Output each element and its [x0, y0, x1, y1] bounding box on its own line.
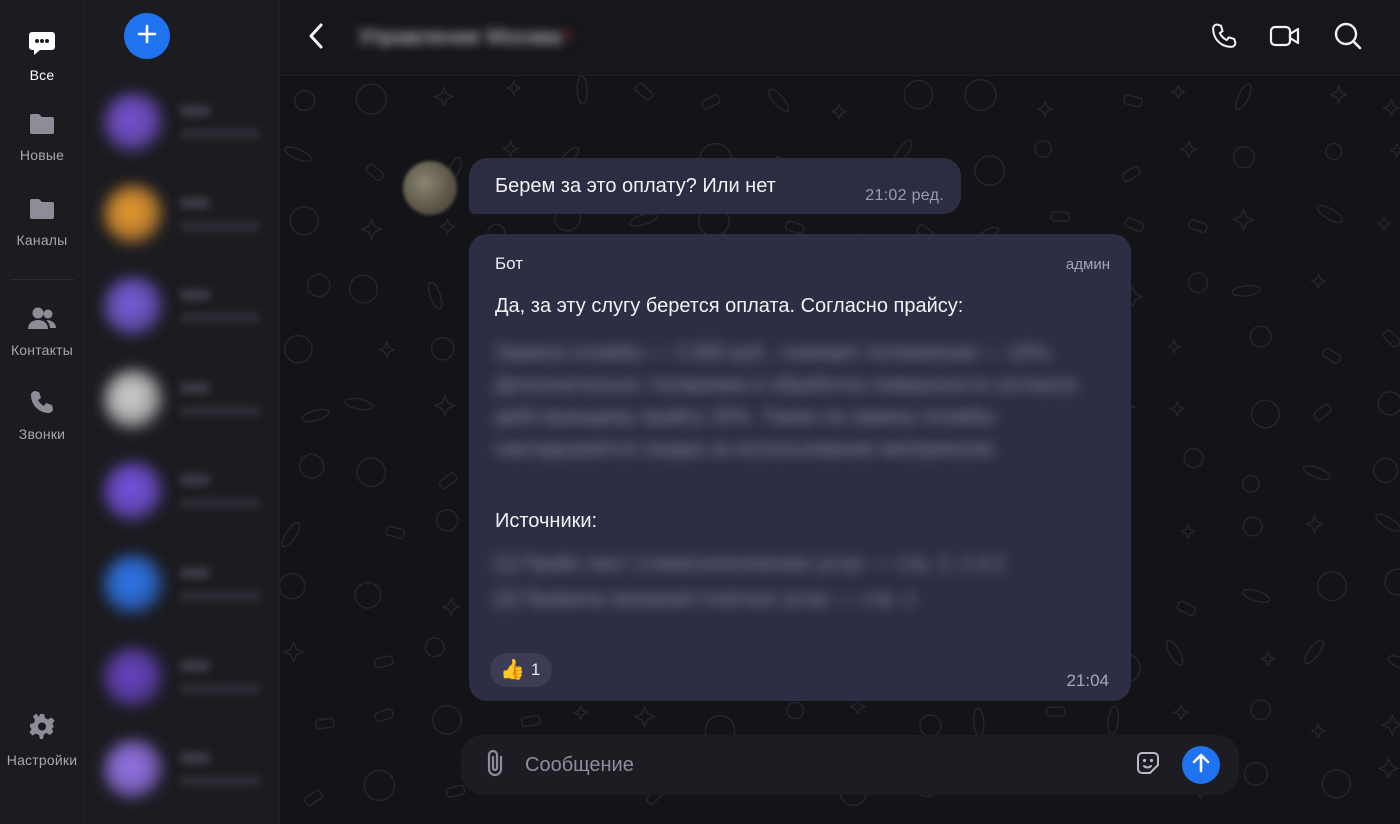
chat-name-placeholder: [180, 197, 210, 209]
chat-name-placeholder: [180, 660, 210, 672]
chat-name-placeholder: [180, 105, 210, 117]
source-line: [2] Правила оказания платных услуг — стр…: [495, 588, 916, 610]
rail-label-all: Все: [29, 67, 55, 83]
chat-name-placeholder: [180, 382, 210, 394]
paperclip-icon: [484, 748, 508, 783]
rail-item-new[interactable]: Новые: [0, 112, 84, 163]
chat-avatar: [104, 740, 164, 800]
chat-avatar: [104, 370, 164, 430]
chat-list-item[interactable]: [102, 740, 272, 806]
sender-avatar[interactable]: [403, 161, 457, 215]
chat-preview-placeholder: [180, 406, 260, 416]
rail-divider: [10, 279, 74, 280]
chat-name-placeholder: [180, 289, 210, 301]
message-time: 21:04: [1066, 671, 1109, 690]
phone-icon: [1210, 22, 1238, 55]
chat-preview-placeholder: [180, 129, 260, 139]
rail-item-settings[interactable]: Настройки: [0, 713, 84, 768]
left-rail: Все Новые Каналы Контакты Звонки Настрой…: [0, 0, 84, 824]
chat-list-item[interactable]: [102, 93, 272, 159]
message-text: Берем за это оплату? Или нет: [495, 175, 776, 197]
chat-preview-placeholder: [180, 221, 260, 231]
send-button[interactable]: [1182, 746, 1220, 784]
chat-preview-placeholder: [180, 591, 260, 601]
messenger-app: Все Новые Каналы Контакты Звонки Настрой…: [0, 0, 1400, 824]
plus-icon: [136, 23, 158, 50]
chat-header: Управление Москва!: [280, 0, 1400, 76]
chat-list-item[interactable]: [102, 185, 272, 251]
rail-item-channels[interactable]: Каналы: [0, 197, 84, 248]
chat-name-placeholder: [180, 567, 210, 579]
search-icon: [1333, 21, 1363, 56]
rail-label-calls: Звонки: [18, 426, 66, 442]
search-button[interactable]: [1330, 20, 1366, 56]
chat-list-item[interactable]: [102, 277, 272, 343]
message-sender: Бот: [495, 254, 524, 273]
chat-avatar: [104, 185, 164, 245]
reaction-chip[interactable]: 👍 1: [490, 653, 553, 687]
message-intro: Да, за эту слугу берется оплата. Согласн…: [495, 295, 964, 317]
chat-avatar: [104, 648, 164, 708]
chat-avatar: [104, 277, 164, 337]
video-call-button[interactable]: [1267, 20, 1303, 56]
sticker-icon: [1134, 749, 1162, 782]
chat-preview-placeholder: [180, 684, 260, 694]
message-bubble[interactable]: Берем за это оплату? Или нет 21:02 ред.: [469, 158, 961, 214]
sticker-button[interactable]: [1133, 750, 1163, 780]
compose-button[interactable]: [124, 13, 170, 59]
chat-list-item[interactable]: [102, 648, 272, 714]
chat-list-item[interactable]: [102, 370, 272, 436]
message-input[interactable]: [525, 747, 1105, 783]
bot-message-bubble[interactable]: Бот админ Да, за эту слугу берется оплат…: [469, 234, 1131, 701]
chat-name-placeholder: [180, 474, 210, 486]
chat-pane: Управление Москва! Берем за это оплату? …: [280, 0, 1400, 824]
message-time: 21:02 ред.: [865, 187, 944, 204]
rail-item-calls[interactable]: Звонки: [0, 389, 84, 442]
rail-item-contacts[interactable]: Контакты: [0, 305, 84, 358]
message-body-line: Замена пломбы — 3 000 руб., снимают поте…: [495, 342, 1054, 364]
message-body-line: накладывается скидка за использование ма…: [495, 438, 998, 460]
rail-label-new: Новые: [19, 147, 65, 163]
chat-title-mark: !: [565, 24, 572, 49]
chat-list-item[interactable]: [102, 462, 272, 528]
phone-icon: [29, 389, 55, 420]
chat-bubble-icon: [28, 30, 56, 61]
chat-avatar: [104, 462, 164, 522]
source-line: [1] Прайс-лист стоматологических услуг —…: [495, 553, 1006, 575]
contacts-icon: [27, 305, 57, 336]
chat-name-placeholder: [180, 752, 210, 764]
reaction-count: 1: [530, 660, 541, 679]
rail-label-channels: Каналы: [16, 232, 68, 248]
thumbs-up-icon: 👍: [500, 659, 525, 681]
chat-preview-placeholder: [180, 776, 260, 786]
rail-label-contacts: Контакты: [10, 342, 74, 358]
chat-list: [84, 0, 280, 824]
gear-icon: [28, 713, 56, 746]
message-body-line: действующему прайсу 20%. Также на замену…: [495, 406, 996, 428]
sources-heading: Источники:: [495, 510, 598, 532]
sender-role-badge: админ: [1065, 256, 1110, 273]
folder-icon: [28, 197, 56, 226]
chat-list-item[interactable]: [102, 555, 272, 621]
rail-item-all[interactable]: Все: [0, 30, 84, 83]
message-body-line: Дополнительно: полировка и обработка пов…: [495, 374, 1078, 396]
video-icon: [1269, 23, 1301, 54]
attach-button[interactable]: [481, 748, 511, 783]
chat-title-text: Управление Москва: [358, 24, 562, 49]
send-arrow-icon: [1191, 752, 1211, 779]
call-button[interactable]: [1206, 20, 1242, 56]
folder-icon: [28, 112, 56, 141]
chat-preview-placeholder: [180, 313, 260, 323]
message-composer: [461, 735, 1239, 795]
chat-avatar: [104, 93, 164, 153]
chat-title[interactable]: Управление Москва!: [358, 24, 572, 50]
rail-label-settings: Настройки: [6, 752, 78, 768]
chat-avatar: [104, 555, 164, 615]
back-icon: [307, 22, 325, 55]
back-button[interactable]: [300, 20, 332, 56]
chat-preview-placeholder: [180, 498, 260, 508]
